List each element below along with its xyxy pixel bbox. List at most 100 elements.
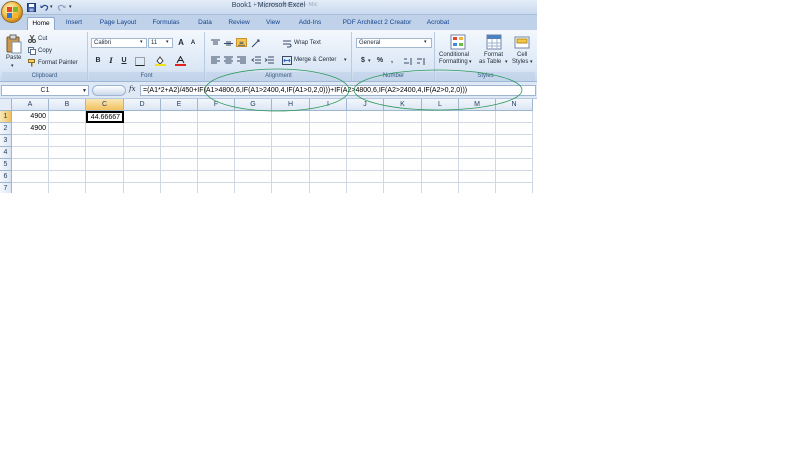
cell-i4[interactable] bbox=[310, 147, 347, 159]
cell-f6[interactable] bbox=[198, 171, 235, 183]
cell-e2[interactable] bbox=[161, 123, 198, 135]
cell-e4[interactable] bbox=[161, 147, 198, 159]
cell-c4[interactable] bbox=[86, 147, 124, 159]
cell-c6[interactable] bbox=[86, 171, 124, 183]
format-as-table-icon[interactable] bbox=[486, 34, 502, 50]
cell-n1[interactable] bbox=[496, 111, 533, 123]
cell-f2[interactable] bbox=[198, 123, 235, 135]
office-button[interactable] bbox=[1, 1, 23, 23]
increase-indent-icon[interactable] bbox=[264, 56, 275, 65]
orientation-icon[interactable] bbox=[251, 39, 262, 48]
format-as-table-label-1[interactable]: Format bbox=[484, 52, 503, 58]
column-header-c[interactable]: C bbox=[86, 99, 124, 111]
row-header-6[interactable]: 6 bbox=[0, 171, 12, 183]
cell-n7[interactable] bbox=[496, 183, 533, 193]
grow-font-button[interactable]: A bbox=[176, 38, 186, 48]
underline-button[interactable]: U bbox=[119, 56, 129, 66]
cell-e7[interactable] bbox=[161, 183, 198, 193]
cell-h1[interactable] bbox=[272, 111, 310, 123]
cell-c5[interactable] bbox=[86, 159, 124, 171]
cell-d3[interactable] bbox=[124, 135, 161, 147]
cell-g5[interactable] bbox=[235, 159, 272, 171]
cell-i3[interactable] bbox=[310, 135, 347, 147]
number-format-select[interactable]: General bbox=[356, 38, 432, 48]
cell-m7[interactable] bbox=[459, 183, 496, 193]
increase-decimal-icon[interactable] bbox=[403, 57, 414, 66]
row-header-3[interactable]: 3 bbox=[0, 135, 12, 147]
align-top-icon[interactable] bbox=[210, 39, 221, 48]
column-header-i[interactable]: I bbox=[310, 99, 347, 111]
column-header-d[interactable]: D bbox=[124, 99, 161, 111]
cell-i5[interactable] bbox=[310, 159, 347, 171]
cell-i1[interactable] bbox=[310, 111, 347, 123]
cell-b5[interactable] bbox=[49, 159, 86, 171]
cell-k6[interactable] bbox=[384, 171, 422, 183]
row-header-7[interactable]: 7 bbox=[0, 183, 12, 193]
cell-a4[interactable] bbox=[12, 147, 49, 159]
cell-f3[interactable] bbox=[198, 135, 235, 147]
conditional-formatting-label-1[interactable]: Conditional bbox=[439, 52, 469, 58]
cell-g2[interactable] bbox=[235, 123, 272, 135]
cell-g6[interactable] bbox=[235, 171, 272, 183]
column-header-f[interactable]: F bbox=[198, 99, 235, 111]
cell-i6[interactable] bbox=[310, 171, 347, 183]
conditional-formatting-label-2[interactable]: Formatting bbox=[439, 59, 468, 65]
column-header-a[interactable]: A bbox=[12, 99, 49, 111]
cell-k3[interactable] bbox=[384, 135, 422, 147]
cell-i2[interactable] bbox=[310, 123, 347, 135]
cell-j4[interactable] bbox=[347, 147, 384, 159]
cell-h3[interactable] bbox=[272, 135, 310, 147]
tab-data[interactable]: Data bbox=[193, 17, 217, 30]
cell-l7[interactable] bbox=[422, 183, 459, 193]
column-header-b[interactable]: B bbox=[49, 99, 86, 111]
merge-center-button[interactable]: Merge & Center bbox=[294, 57, 336, 63]
cell-h2[interactable] bbox=[272, 123, 310, 135]
cell-l5[interactable] bbox=[422, 159, 459, 171]
cell-f1[interactable] bbox=[198, 111, 235, 123]
cell-c2[interactable] bbox=[86, 123, 124, 135]
font-size-dropdown-icon[interactable]: ▾ bbox=[166, 39, 169, 45]
row-header-2[interactable]: 2 bbox=[0, 123, 12, 135]
fill-color-icon[interactable] bbox=[155, 56, 166, 66]
name-box-dropdown-icon[interactable]: ▼ bbox=[82, 89, 87, 94]
tab-acrobat[interactable]: Acrobat bbox=[424, 17, 452, 30]
cell-e1[interactable] bbox=[161, 111, 198, 123]
cell-g1[interactable] bbox=[235, 111, 272, 123]
cell-a5[interactable] bbox=[12, 159, 49, 171]
cell-h6[interactable] bbox=[272, 171, 310, 183]
column-header-h[interactable]: H bbox=[272, 99, 310, 111]
cell-k1[interactable] bbox=[384, 111, 422, 123]
row-header-4[interactable]: 4 bbox=[0, 147, 12, 159]
cell-c7[interactable] bbox=[86, 183, 124, 193]
cell-k4[interactable] bbox=[384, 147, 422, 159]
italic-button[interactable]: I bbox=[106, 56, 116, 66]
cell-n4[interactable] bbox=[496, 147, 533, 159]
column-header-e[interactable]: E bbox=[161, 99, 198, 111]
decrease-indent-icon[interactable] bbox=[251, 56, 262, 65]
cell-d6[interactable] bbox=[124, 171, 161, 183]
cell-d7[interactable] bbox=[124, 183, 161, 193]
cell-d5[interactable] bbox=[124, 159, 161, 171]
cell-m5[interactable] bbox=[459, 159, 496, 171]
column-header-n[interactable]: N bbox=[496, 99, 533, 111]
cell-d2[interactable] bbox=[124, 123, 161, 135]
align-left-icon[interactable] bbox=[210, 56, 221, 65]
cell-n5[interactable] bbox=[496, 159, 533, 171]
cell-j5[interactable] bbox=[347, 159, 384, 171]
cell-g4[interactable] bbox=[235, 147, 272, 159]
conditional-formatting-icon[interactable] bbox=[450, 34, 466, 50]
tab-formulas[interactable]: Formulas bbox=[148, 17, 184, 30]
formula-input[interactable]: =(A1*2+A2)/450+IF(A1>4800,6,IF(A1>2400,4… bbox=[140, 85, 536, 96]
insert-function-button[interactable]: fx bbox=[129, 85, 136, 93]
tab-add-ins[interactable]: Add-Ins bbox=[294, 17, 326, 30]
cell-m3[interactable] bbox=[459, 135, 496, 147]
format-as-table-label-2[interactable]: as Table bbox=[479, 59, 501, 65]
copy-button[interactable]: Copy bbox=[38, 48, 52, 54]
cell-e5[interactable] bbox=[161, 159, 198, 171]
select-all-corner[interactable] bbox=[0, 99, 12, 111]
comma-button[interactable]: , bbox=[387, 56, 397, 66]
paste-icon[interactable] bbox=[6, 34, 22, 54]
column-header-k[interactable]: K bbox=[384, 99, 422, 111]
cell-e6[interactable] bbox=[161, 171, 198, 183]
tab-home[interactable]: Home bbox=[27, 17, 55, 30]
